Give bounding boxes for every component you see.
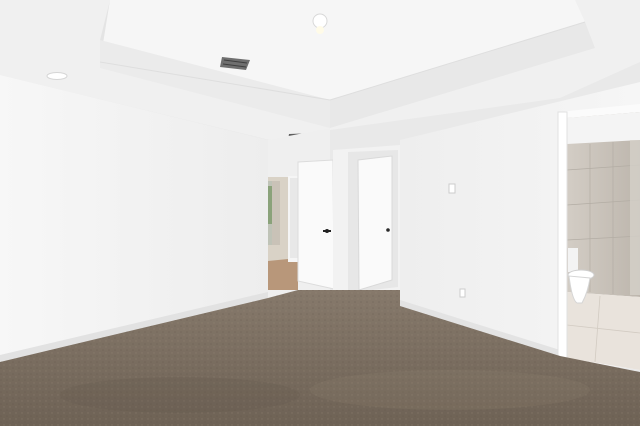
bedroom-photo [0, 0, 640, 426]
bathroom-doorway [557, 104, 640, 370]
light-switch-icon [448, 183, 456, 194]
closet-door[interactable] [348, 150, 398, 293]
wall-outlet-icon [459, 288, 466, 298]
smoke-detector-icon [46, 72, 68, 80]
door-handle-icon [386, 228, 390, 232]
hallway-opening [268, 176, 298, 290]
bedroom-illustration [0, 0, 640, 426]
door-lever-icon [323, 230, 331, 232]
bedroom-door-left[interactable] [297, 159, 335, 290]
